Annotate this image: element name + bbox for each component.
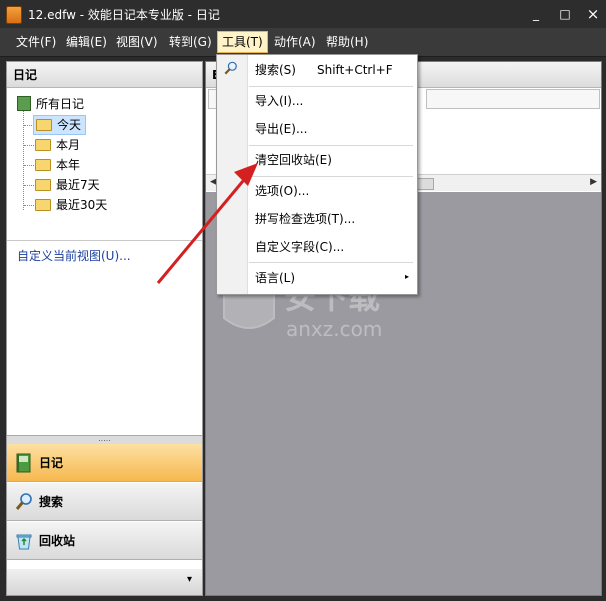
search-icon: [224, 61, 237, 75]
diary-book-icon: [17, 96, 31, 111]
nav-search[interactable]: 搜索: [7, 483, 202, 521]
configure-buttons-arrow[interactable]: ▾: [187, 574, 192, 585]
menu-edit[interactable]: 编辑(E): [62, 32, 111, 52]
watermark-subtext: anxz.com: [286, 317, 382, 341]
nav-footer: ▾: [7, 569, 202, 595]
tree-item-label: 所有日记: [36, 97, 85, 111]
menu-bar: 文件(F) 编辑(E) 视图(V) 转到(G) 工具(T) 动作(A) 帮助(H…: [0, 28, 606, 57]
nav-diary[interactable]: 日记: [7, 444, 202, 482]
maximize-button[interactable]: □: [552, 4, 578, 24]
menu-view[interactable]: 视图(V): [112, 32, 162, 52]
nav-recycle-bin[interactable]: 回收站: [7, 522, 202, 560]
tree-item-this-year[interactable]: 本年: [35, 156, 80, 174]
tree-item-this-month[interactable]: 本月: [35, 136, 80, 154]
folder-icon: [35, 178, 51, 191]
tree-item-label: 今天: [57, 118, 82, 132]
menu-item-language[interactable]: 语言(L): [255, 267, 295, 289]
tree-item-label: 本月: [56, 138, 81, 152]
tree-item-last-30-days[interactable]: 最近30天: [35, 196, 107, 214]
menu-tools[interactable]: 工具(T): [217, 31, 268, 53]
menu-goto[interactable]: 转到(G): [165, 32, 216, 52]
window-title: 12.edfw - 效能日记本专业版 - 日记: [28, 8, 220, 22]
tree-item-label: 最近30天: [56, 198, 108, 212]
nav-label: 搜索: [39, 495, 64, 509]
tree-connector: [24, 185, 34, 186]
menu-item-export[interactable]: 导出(E)...: [255, 118, 307, 140]
menu-action[interactable]: 动作(A): [270, 32, 320, 52]
folder-icon: [36, 118, 52, 131]
menu-icon-gutter: [217, 55, 248, 294]
menu-item-search-shortcut: Shift+Ctrl+F: [317, 63, 393, 77]
tree-guide: [23, 108, 24, 210]
search-icon: [15, 493, 32, 510]
tree-connector: [24, 165, 34, 166]
menu-item-custom-fields[interactable]: 自定义字段(C)...: [255, 236, 344, 258]
tree-item-label: 最近7天: [56, 178, 100, 192]
close-button[interactable]: ×: [580, 4, 606, 24]
menu-help[interactable]: 帮助(H): [322, 32, 372, 52]
tree-item-today[interactable]: 今天: [33, 115, 87, 135]
scroll-right-icon[interactable]: ▶: [590, 177, 597, 187]
minimize-button[interactable]: _: [523, 4, 549, 24]
left-panel: 日记 所有日记 今天 本月 本年 最近7天 最近30天 自定义当前视图(U)..…: [6, 61, 203, 596]
folder-icon: [35, 158, 51, 171]
custom-view-link[interactable]: 自定义当前视图(U)...: [17, 247, 131, 264]
recycle-bin-icon: [16, 534, 32, 550]
tree-connector: [24, 145, 34, 146]
submenu-arrow-icon: ▸: [404, 272, 409, 281]
panel-splitter[interactable]: .....: [7, 435, 202, 444]
folder-icon: [35, 198, 51, 211]
nav-label: 回收站: [39, 534, 76, 548]
diary-book-icon: [16, 453, 31, 473]
tree-item-last-7-days[interactable]: 最近7天: [35, 176, 100, 194]
menu-item-empty-recycle-bin[interactable]: 清空回收站(E): [255, 149, 332, 171]
tools-dropdown-menu: 搜索(S) Shift+Ctrl+F 导入(I)... 导出(E)... 清空回…: [216, 54, 418, 295]
menu-item-import[interactable]: 导入(I)...: [255, 90, 303, 112]
tree-item-label: 本年: [56, 158, 81, 172]
title-bar: 12.edfw - 效能日记本专业版 - 日记 _ □ ×: [0, 0, 606, 28]
menu-separator: [249, 145, 413, 146]
column-header[interactable]: [426, 89, 600, 109]
menu-separator: [249, 176, 413, 177]
menu-item-search[interactable]: 搜索(S): [255, 59, 296, 81]
menu-item-options[interactable]: 选项(O)...: [255, 180, 309, 202]
menu-item-spellcheck-options[interactable]: 拼写检查选项(T)...: [255, 208, 355, 230]
menu-file[interactable]: 文件(F): [12, 32, 60, 52]
panel-header: 日记: [7, 62, 202, 88]
nav-label: 日记: [39, 456, 64, 470]
tree-connector: [24, 205, 34, 206]
menu-separator: [249, 86, 413, 87]
tree-item-all-diaries[interactable]: 所有日记: [17, 95, 84, 113]
menu-separator: [249, 262, 413, 263]
app-icon: [6, 6, 22, 24]
divider: [7, 240, 202, 241]
folder-icon: [35, 138, 51, 151]
